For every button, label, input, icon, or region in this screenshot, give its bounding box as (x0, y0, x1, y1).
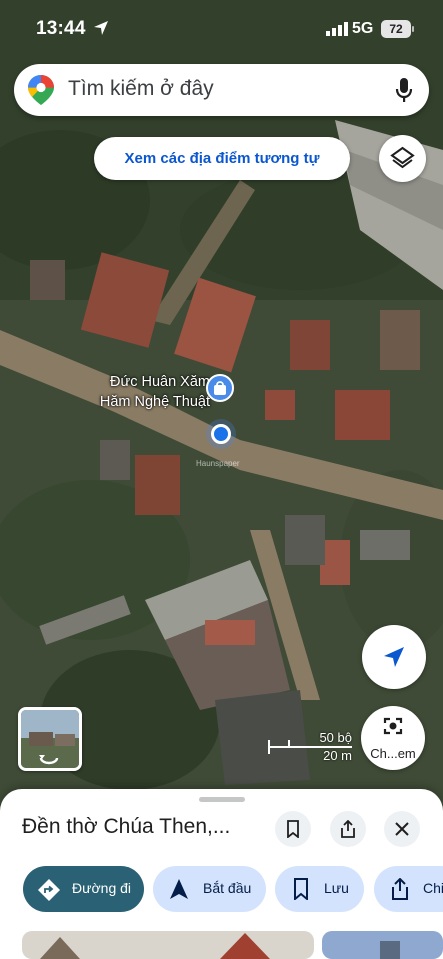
network-type: 5G (352, 20, 374, 37)
share-icon (341, 820, 355, 838)
share-button[interactable]: Chi (374, 866, 443, 912)
sheet-drag-handle[interactable] (199, 797, 245, 802)
navigation-arrow-icon (384, 647, 404, 667)
current-location-dot (211, 424, 231, 444)
signal-icon (326, 22, 348, 36)
place-photos-strip[interactable] (0, 929, 443, 959)
lens-label: Ch...em (370, 746, 416, 761)
layers-icon (390, 146, 415, 169)
shopping-bag-icon (214, 381, 226, 395)
start-label: Bắt đầu (203, 880, 252, 896)
save-label: Lưu (324, 880, 349, 896)
status-time: 13:44 (36, 18, 86, 39)
share-place-button[interactable] (330, 811, 366, 847)
scale-imperial: 50 bộ (319, 730, 352, 745)
scale-metric: 20 m (323, 748, 352, 763)
start-button[interactable]: Bắt đầu (153, 866, 266, 912)
save-button[interactable]: Lưu (275, 866, 364, 912)
similar-places-chip[interactable]: Xem các địa điểm tương tự (94, 137, 350, 180)
poi-label-line2: Hăm Nghệ Thuật (99, 394, 210, 410)
save-place-button[interactable] (275, 811, 311, 847)
bookmark-icon (294, 878, 308, 900)
microphone-icon[interactable] (395, 77, 413, 103)
poi-label[interactable]: Đức Huân Xăm Hăm Nghệ Thuật (66, 372, 210, 412)
share-icon (392, 878, 408, 900)
street-view-thumbnail[interactable] (18, 707, 82, 771)
directions-icon (38, 879, 60, 901)
search-placeholder: Tìm kiếm ở đây (68, 77, 214, 100)
directions-label: Đường đi (72, 880, 132, 896)
lens-button[interactable]: Ch...em (361, 706, 425, 770)
status-bar: 13:44 5G 72 (0, 0, 443, 60)
google-maps-pin-icon (28, 75, 54, 105)
battery-icon: 72 (381, 20, 411, 38)
search-bar[interactable]: Tìm kiếm ở đây (14, 64, 429, 116)
poi-marker[interactable] (206, 374, 234, 402)
share-label: Chi (423, 880, 443, 896)
battery-nub (412, 26, 414, 32)
directions-button[interactable]: Đường đi (23, 866, 144, 912)
close-sheet-button[interactable] (384, 811, 420, 847)
poi-label-line1: Đức Huân Xăm (110, 374, 210, 390)
bookmark-icon (287, 820, 299, 838)
close-icon (395, 822, 409, 836)
map-scale: 50 bộ 20 m (266, 728, 356, 766)
location-arrow-icon (94, 21, 108, 35)
my-location-button[interactable] (362, 625, 426, 689)
map-watermark: Haunspaper (196, 459, 240, 468)
current-location-marker (206, 419, 236, 449)
place-bottom-sheet[interactable]: Đền thờ Chúa Then,... Đường đi Bắt đầu L… (0, 789, 443, 959)
navigation-arrow-icon (170, 879, 188, 899)
camera-lens-icon (383, 717, 403, 735)
place-title: Đền thờ Chúa Then,... (22, 815, 231, 838)
layers-button[interactable] (379, 135, 426, 182)
